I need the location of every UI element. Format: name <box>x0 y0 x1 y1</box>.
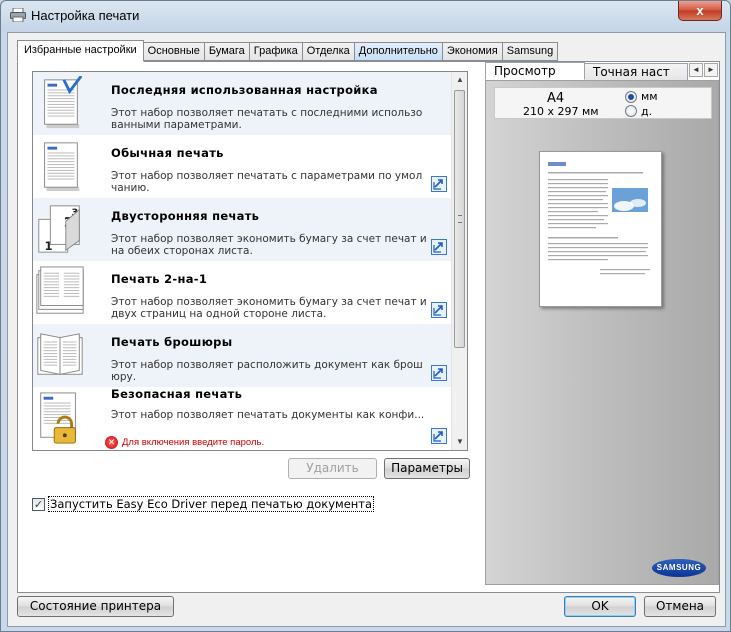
title-bar[interactable]: Настройка печати x <box>1 1 730 31</box>
tab-preview[interactable]: Просмотр <box>485 62 585 80</box>
duplex-icon: 231 <box>38 205 80 253</box>
eco-driver-option[interactable]: ✓ Запустить Easy Eco Driver перед печать… <box>32 496 375 512</box>
favorite-description: Этот набор позволяет печатать документы … <box>111 409 425 421</box>
tab-strip: Избранные настройки Основные Бумага Графика… <box>17 40 559 62</box>
scrollbar-thumb[interactable] <box>454 90 465 348</box>
secure-lock-icon <box>40 392 76 444</box>
edit-preset-icon[interactable] <box>431 365 447 381</box>
cancel-button[interactable]: Отмена <box>644 596 716 617</box>
eco-driver-checkbox[interactable]: ✓ <box>32 497 45 511</box>
unit-inch-radio[interactable] <box>625 105 637 117</box>
edit-preset-icon[interactable] <box>431 302 447 318</box>
tab-fine-settings[interactable]: Точная наст <box>584 63 688 81</box>
favorite-description: Этот набор позволяет расположить докумен… <box>111 359 423 383</box>
parameters-button[interactable]: Параметры <box>384 458 470 479</box>
favorite-item-5[interactable]: Безопасная печать Этот набор позволяет пе… <box>33 387 453 450</box>
favorite-name: Последняя использованная настройка <box>111 83 378 97</box>
tab-4[interactable]: Отделка <box>302 42 355 61</box>
tab-5[interactable]: Дополнительно <box>354 42 443 61</box>
favorite-item-4[interactable]: Печать брошюры Этот набор позволяет распо… <box>33 324 453 387</box>
paper-size-box: A4 210 x 297 мм мм д. <box>494 87 712 119</box>
page-preview <box>539 151 662 307</box>
paper-size-dimensions: 210 x 297 мм <box>523 105 599 118</box>
preview-text-lines <box>548 172 650 275</box>
tab-0[interactable]: Избранные настройки <box>17 40 144 62</box>
favorite-name: Печать 2-на-1 <box>111 272 208 286</box>
tab-3[interactable]: Графика <box>249 42 303 61</box>
favorite-description: Этот набор позволяет экономить бумагу за… <box>111 296 427 320</box>
favorite-description: Этот набор позволяет экономить бумагу за… <box>111 233 427 257</box>
favorite-item-1[interactable]: Обычная печать Этот набор позволяет печат… <box>33 135 453 198</box>
warning-message: ✕ Для включения введите пароль. <box>105 436 264 449</box>
preview-area: A4 210 x 297 мм мм д. SAMSUNG <box>485 80 719 585</box>
eco-driver-label[interactable]: Запустить Easy Eco Driver перед печатью … <box>48 496 375 512</box>
error-icon: ✕ <box>105 436 118 449</box>
print-settings-window: Настройка печати x Избранные настройки Ос… <box>0 0 731 632</box>
favorite-item-0[interactable]: Последняя использованная настройка Этот н… <box>33 72 453 135</box>
favorite-item-3[interactable]: Печать 2-на-1 Этот набор позволяет эконом… <box>33 261 453 324</box>
ok-button[interactable]: OK <box>564 596 636 617</box>
printer-icon <box>10 8 26 22</box>
booklet-icon <box>37 333 83 375</box>
unit-mm-radio[interactable] <box>625 91 637 103</box>
unit-mm-label: мм <box>641 90 658 103</box>
tab-1[interactable]: Основные <box>143 42 205 61</box>
favorite-name: Печать брошюры <box>111 335 233 349</box>
paper-size-name: A4 <box>547 91 565 106</box>
favorite-item-2[interactable]: 231 Двусторонняя печать Этот набор позволя… <box>33 198 453 261</box>
two-up-icon <box>36 266 84 314</box>
favorite-description: Этот набор позволяет печатать с последни… <box>111 107 423 131</box>
edit-preset-icon[interactable] <box>431 239 447 255</box>
tab-6[interactable]: Экономия <box>442 42 503 61</box>
favorite-name: Двусторонняя печать <box>111 209 260 223</box>
edit-preset-icon[interactable] <box>431 428 447 444</box>
delete-button[interactable]: Удалить <box>288 458 377 479</box>
favorites-list[interactable]: Безопасная печать Этот набор позволяет пе… <box>32 71 468 451</box>
samsung-logo: SAMSUNG <box>652 559 706 577</box>
svg-text:1: 1 <box>45 239 53 253</box>
scroll-up-arrow-icon[interactable]: ▲ <box>452 72 467 88</box>
preview-cloud <box>630 199 646 207</box>
tab-scroll-right-icon[interactable]: ► <box>704 63 718 77</box>
scroll-down-arrow-icon[interactable]: ▼ <box>452 434 467 450</box>
favorite-name: Обычная печать <box>111 146 224 160</box>
preview-logo-mark <box>548 162 566 166</box>
favorite-name: Безопасная печать <box>111 387 243 401</box>
printer-status-button[interactable]: Состояние принтера <box>17 596 174 617</box>
tab-2[interactable]: Бумага <box>204 42 250 61</box>
dialog-body: Избранные настройки Основные Бумага Графика… <box>7 32 726 627</box>
edit-preset-icon[interactable] <box>431 176 447 192</box>
document-icon <box>44 142 80 192</box>
list-scrollbar[interactable]: ▲ ▼ <box>451 72 467 450</box>
close-button[interactable]: x <box>678 1 722 21</box>
window-title: Настройка печати <box>31 8 140 23</box>
recent-document-icon <box>44 76 83 129</box>
favorites-panel: Безопасная печать Этот набор позволяет пе… <box>17 61 720 593</box>
favorite-description: Этот набор позволяет печатать с параметр… <box>111 170 423 194</box>
tab-7[interactable]: Samsung <box>502 42 559 61</box>
tab-scroll-left-icon[interactable]: ◄ <box>689 63 703 77</box>
unit-inch-label: д. <box>641 105 653 118</box>
grip-icon <box>458 215 462 223</box>
page-preview-content <box>548 162 650 275</box>
warning-text: Для включения введите пароль. <box>122 437 265 448</box>
